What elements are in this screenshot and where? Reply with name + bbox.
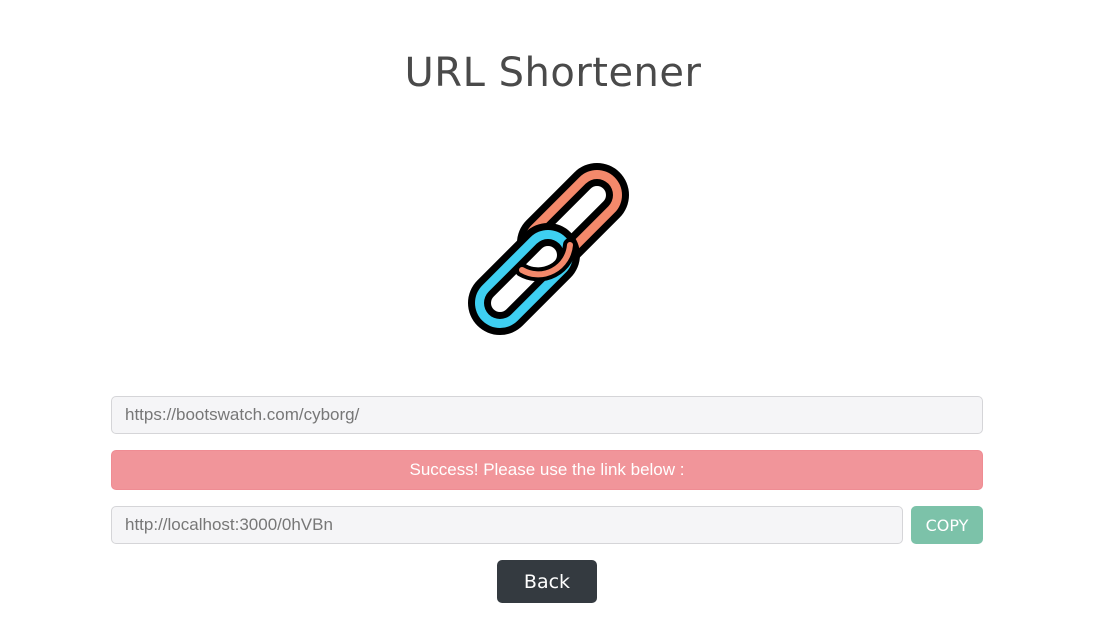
url-shortener-page: URL Shortener Success! Please use the li… — [0, 0, 1106, 642]
back-button[interactable]: Back — [497, 560, 597, 603]
copy-button[interactable]: COPY — [911, 506, 983, 544]
success-alert-message: Success! Please use the link below : — [409, 460, 685, 479]
page-title: URL Shortener — [404, 50, 702, 96]
chain-link-icon — [468, 163, 629, 335]
success-alert: Success! Please use the link below : — [111, 450, 983, 490]
url-input[interactable] — [111, 396, 983, 434]
short-url-field[interactable] — [111, 506, 903, 544]
